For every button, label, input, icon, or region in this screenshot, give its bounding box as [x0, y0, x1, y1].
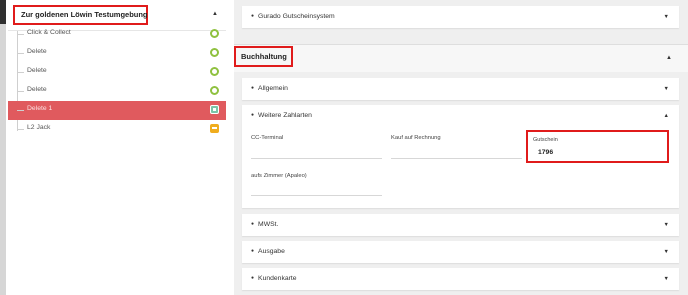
chevron-down-icon[interactable]: ▼: [664, 86, 669, 92]
left-strip: [0, 0, 6, 295]
field-label: aufs Zimmer (Apaleo): [251, 173, 307, 179]
tree-item-label: Delete: [27, 48, 47, 55]
tree-item-delete-1[interactable]: Delete 1: [8, 101, 226, 120]
gutschein-field[interactable]: Gutschein 1796: [526, 130, 669, 163]
cc-terminal-field[interactable]: CC-Terminal: [251, 135, 382, 159]
status-square-icon: [210, 105, 219, 114]
property-tree: Zur goldenen Löwin Testumgebung ▲ Click …: [0, 0, 228, 295]
section-buchhaltung[interactable]: Buchhaltung ▲: [234, 44, 688, 72]
gutschein-value[interactable]: 1796: [538, 149, 553, 156]
card-title: ● Kundenkarte: [251, 275, 297, 282]
chevron-down-icon[interactable]: ▼: [664, 222, 669, 228]
card-title: ● Gurado Gutscheinsystem: [251, 13, 335, 20]
field-label: Gutschein: [533, 137, 558, 143]
status-circle-icon: [210, 67, 219, 76]
tree-item-label: L2 Jack: [27, 124, 51, 131]
tree-item-delete[interactable]: Delete: [8, 63, 226, 82]
tree-item-label: Delete 1: [27, 105, 53, 112]
status-circle-icon: [210, 29, 219, 38]
kauf-auf-rechnung-field[interactable]: Kauf auf Rechnung: [391, 135, 522, 159]
card-ausgabe[interactable]: ● Ausgabe ▼: [242, 241, 679, 263]
card-title: ● Allgemein: [251, 85, 288, 92]
card-title: ● Ausgabe: [251, 248, 285, 255]
field-label: Kauf auf Rechnung: [391, 135, 441, 141]
status-circle-icon: [210, 48, 219, 57]
chevron-down-icon[interactable]: ▼: [664, 276, 669, 282]
tree-item-l2-jack[interactable]: L2 Jack: [8, 120, 226, 139]
status-circle-icon: [210, 86, 219, 95]
section-title[interactable]: Buchhaltung: [234, 46, 293, 67]
tree-item-delete[interactable]: Delete: [8, 44, 226, 63]
tree-item-delete[interactable]: Delete: [8, 82, 226, 101]
aufs-zimmer-field[interactable]: aufs Zimmer (Apaleo): [251, 173, 382, 196]
tree-item-label: Delete: [27, 67, 47, 74]
card-kundenkarte[interactable]: ● Kundenkarte ▼: [242, 268, 679, 290]
tree-root-title[interactable]: Zur goldenen Löwin Testumgebung: [13, 5, 148, 25]
tree-item-click-collect[interactable]: Click & Collect: [8, 25, 226, 44]
chevron-down-icon[interactable]: ▼: [664, 249, 669, 255]
warning-icon: [210, 124, 219, 133]
field-label: CC-Terminal: [251, 135, 284, 141]
left-strip-active: [0, 0, 6, 24]
card-gurado[interactable]: ● Gurado Gutscheinsystem ▼: [242, 6, 679, 28]
chevron-up-icon[interactable]: ▲: [666, 55, 672, 61]
chevron-up-icon[interactable]: ▲: [212, 11, 218, 17]
card-title: ● MWSt.: [251, 221, 279, 228]
card-mwst[interactable]: ● MWSt. ▼: [242, 214, 679, 236]
card-title[interactable]: ● Weitere Zahlarten: [251, 112, 312, 119]
settings-panel: ● Gurado Gutscheinsystem ▼ Buchhaltung ▲ …: [234, 0, 688, 295]
tree-item-label: Delete: [27, 86, 47, 93]
tree-item-label: Click & Collect: [27, 29, 71, 36]
card-allgemein[interactable]: ● Allgemein ▼: [242, 78, 679, 100]
chevron-up-icon[interactable]: ▲: [664, 113, 669, 119]
chevron-down-icon[interactable]: ▼: [664, 14, 669, 20]
